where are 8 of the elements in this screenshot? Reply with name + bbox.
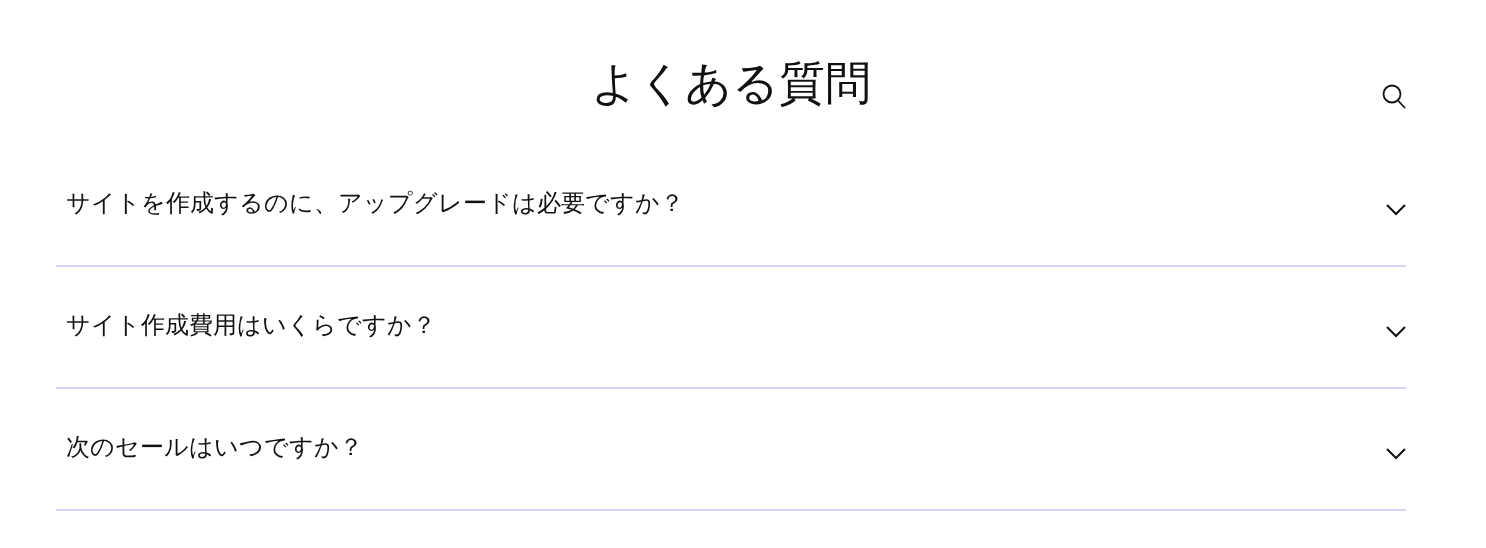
faq-question[interactable]: 次のセールはいつですか？ xyxy=(66,428,363,465)
faq-question[interactable]: サイト作成費用はいくらですか？ xyxy=(66,306,436,343)
faq-question[interactable]: サイトを作成するのに、アップグレードは必要ですか？ xyxy=(66,184,684,221)
chevron-icon[interactable] xyxy=(1386,448,1406,460)
page-title: よくある質問 xyxy=(591,60,871,106)
search-icon[interactable] xyxy=(1382,84,1406,110)
chevron-icon[interactable] xyxy=(1386,326,1406,338)
chevron-icon[interactable] xyxy=(1386,204,1406,216)
